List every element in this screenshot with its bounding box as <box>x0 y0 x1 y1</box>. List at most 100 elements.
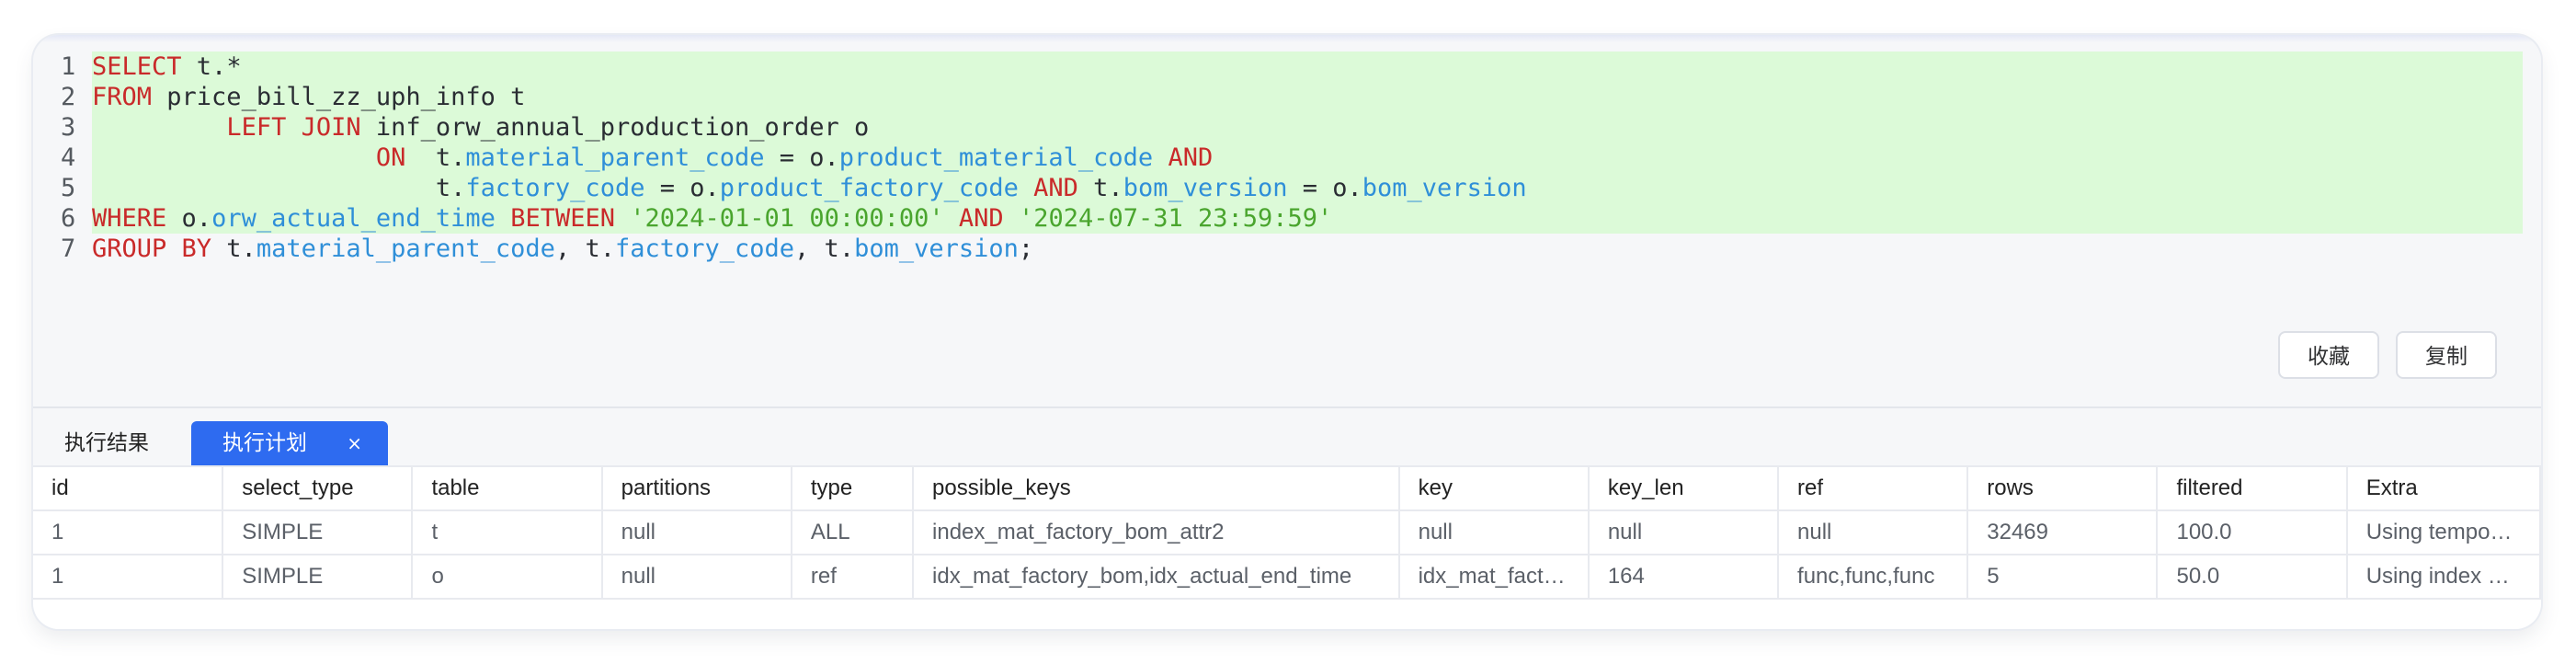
table-cell: 5 <box>1967 555 2159 600</box>
table-row[interactable]: 1 SIMPLE t null ALL index_mat_factory_bom_att… <box>33 510 2541 555</box>
column-header[interactable]: possible_keys <box>913 465 1400 511</box>
table-header-row: id select_type table partitions type possible… <box>33 465 2541 511</box>
code-token: SELECT <box>92 52 182 81</box>
close-icon[interactable]: × <box>347 421 362 465</box>
column-header[interactable]: filtered <box>2157 465 2348 511</box>
tab-execution-plan[interactable]: 执行计划 × <box>191 421 388 465</box>
code-token: factory_code <box>614 235 795 263</box>
code-text: SELECT t.* <box>92 52 2523 82</box>
line-number: 7 <box>61 235 76 263</box>
table-cell: t <box>412 510 603 555</box>
table-cell: 1 <box>33 555 224 600</box>
table-cell: o <box>412 555 603 600</box>
table-body: 1 SIMPLE t null ALL index_mat_factory_bom_att… <box>33 510 2541 600</box>
table-cell: SIMPLE <box>222 555 414 600</box>
code-text: WHERE o.orw_actual_end_time BETWEEN '202… <box>92 203 2523 234</box>
table-cell: null <box>1778 510 1969 555</box>
copy-button[interactable]: 复制 <box>2396 331 2497 379</box>
code-token: AND <box>1033 174 1078 202</box>
line-number: 1 <box>61 52 76 81</box>
table-cell: idx_mat_factory_bom,idx_actual_end_time <box>913 555 1400 600</box>
tab-execution-result-label: 执行结果 <box>64 431 149 455</box>
table-row[interactable]: 1 SIMPLE o null ref idx_mat_factory_bom,idx_a… <box>33 555 2541 600</box>
tab-execution-result[interactable]: 执行结果 <box>33 421 191 465</box>
code-token: factory_code <box>465 174 645 202</box>
column-header[interactable]: Extra <box>2346 465 2541 511</box>
table-cell: 32469 <box>1967 510 2159 555</box>
table-cell: null <box>1398 510 1590 555</box>
panel-top-edge <box>33 35 2541 42</box>
code-token: FROM <box>92 83 153 111</box>
table-cell: index_mat_factory_bom_attr2 <box>913 510 1400 555</box>
code-line: 3 LEFT JOIN inf_orw_annual_production_or… <box>33 112 2541 143</box>
code-line: 2 FROM price_bill_zz_uph_info t <box>33 82 2541 112</box>
column-header[interactable]: id <box>33 465 224 511</box>
code-line: 6 WHERE o.orw_actual_end_time BETWEEN '20… <box>33 203 2541 234</box>
code-line: 4 ON t.material_parent_code = o.product_… <box>33 143 2541 173</box>
table-cell: null <box>601 510 792 555</box>
code-token: ON <box>375 143 406 172</box>
line-number: 3 <box>61 113 76 142</box>
code-line: 5 t.factory_code = o.product_factory_cod… <box>33 173 2541 203</box>
column-header[interactable]: key <box>1398 465 1590 511</box>
line-number: 6 <box>61 204 76 233</box>
code-token: = o. <box>644 174 720 202</box>
code-token: = o. <box>764 143 839 172</box>
code-token: product_factory_code <box>719 174 1019 202</box>
code-token: t. <box>211 235 256 263</box>
column-header[interactable]: ref <box>1778 465 1969 511</box>
table-cell: func,func,func <box>1778 555 1969 600</box>
code-token: bom_version <box>1362 174 1527 202</box>
column-header[interactable]: type <box>791 465 915 511</box>
code-token: WHERE <box>92 204 167 233</box>
code-token: material_parent_code <box>256 235 555 263</box>
code-token: BETWEEN <box>510 204 615 233</box>
code-token: orw_actual_end_time <box>211 204 496 233</box>
table-cell: 50.0 <box>2157 555 2348 600</box>
code-text: LEFT JOIN inf_orw_annual_production_orde… <box>92 112 2523 143</box>
code-token: price_bill_zz_uph_info t <box>152 83 526 111</box>
code-token: , t. <box>794 235 855 263</box>
code-token: '2024-07-31 23:59:59' <box>1018 204 1333 233</box>
code-token: t.* <box>181 52 242 81</box>
table-cell: idx_mat_fact… <box>1398 555 1590 600</box>
code-token: AND <box>958 204 1004 233</box>
table-cell: ALL <box>791 510 915 555</box>
code-token: inf_orw_annual_production_order o <box>360 113 870 142</box>
code-token: bom_version <box>1123 174 1288 202</box>
code-token: t. <box>92 174 466 202</box>
code-line: 1 SELECT t.* <box>33 52 2541 82</box>
column-header[interactable]: table <box>412 465 603 511</box>
table-cell: 100.0 <box>2157 510 2348 555</box>
code-token: o. <box>166 204 212 233</box>
result-tabs: 执行结果 执行计划 × <box>33 421 2541 465</box>
line-number: 5 <box>61 174 76 202</box>
table-cell: SIMPLE <box>222 510 414 555</box>
tab-execution-plan-label: 执行计划 <box>222 431 307 455</box>
line-number: 4 <box>61 143 76 172</box>
code-token: bom_version <box>854 235 1019 263</box>
code-token: , t. <box>554 235 615 263</box>
sql-code-editor[interactable]: 1 SELECT t.* 2 FROM price_bill_zz_uph_info … <box>33 52 2541 438</box>
column-header[interactable]: select_type <box>222 465 414 511</box>
favorite-button[interactable]: 收藏 <box>2278 331 2379 379</box>
code-token: ; <box>1018 235 1034 263</box>
code-line: 7 GROUP BY t.material_parent_code, t.fact… <box>33 234 2541 264</box>
column-header[interactable]: key_len <box>1588 465 1780 511</box>
column-header[interactable]: rows <box>1967 465 2159 511</box>
column-header[interactable]: partitions <box>601 465 792 511</box>
explain-table-container[interactable]: id select_type table partitions type possible… <box>33 465 2541 629</box>
table-cell: null <box>1588 510 1780 555</box>
section-divider <box>33 406 2541 408</box>
explain-table: id select_type table partitions type possible… <box>33 465 2541 600</box>
code-token: product_material_code <box>838 143 1154 172</box>
table-cell: Using tempo… <box>2346 510 2541 555</box>
code-text: t.factory_code = o.product_factory_code … <box>92 173 2523 203</box>
code-text: ON t.material_parent_code = o.product_ma… <box>92 143 2523 173</box>
